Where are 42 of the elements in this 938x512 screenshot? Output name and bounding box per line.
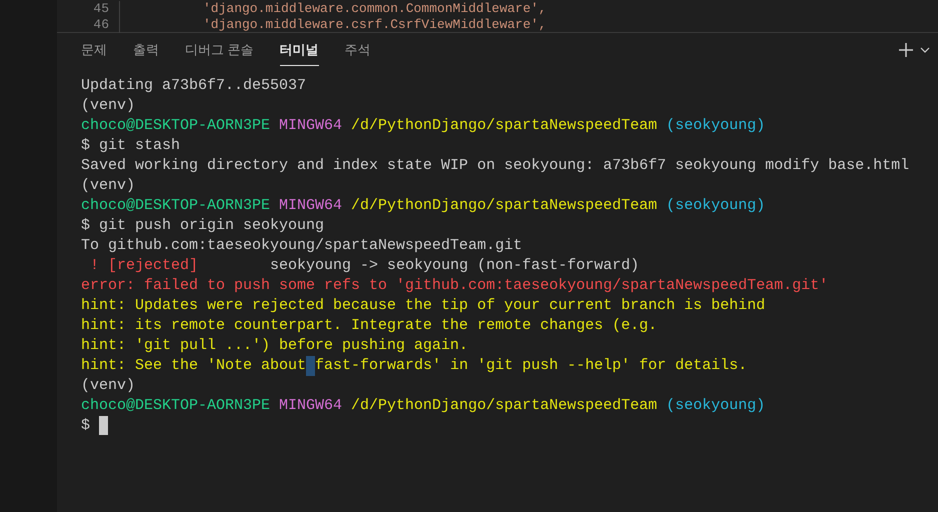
code-line: 'django.middleware.common.CommonMiddleware',: [203, 1, 546, 17]
chevron-down-icon[interactable]: [920, 46, 930, 54]
text-selection: [306, 356, 316, 376]
terminal-text: (venv): [81, 96, 136, 116]
terminal-text: To github.com:taeseokyoung/spartaNewspeedTeam.git: [81, 236, 522, 256]
prompt-system: MINGW64: [279, 116, 342, 136]
hint-text: hint: its remote counterpart. Integrate the remote changes (e.g.: [81, 316, 658, 336]
line-number: 46: [92, 17, 109, 33]
panel-tab[interactable]: 출력: [133, 33, 159, 66]
hint-text: hint: Updates were rejected because the tip of your current branch is behind: [81, 296, 766, 316]
terminal-text: seokyoung -> seokyoung (non-fast-forward): [269, 256, 640, 276]
line-number: 45: [92, 1, 109, 17]
terminal-text: $ git push origin seokyoung: [81, 216, 324, 236]
terminal-text: (venv): [81, 376, 136, 396]
prompt-user: choco@DESKTOP-AORN3PE: [81, 196, 270, 216]
prompt-path: /d/PythonDjango/spartaNewspeedTeam: [351, 116, 658, 136]
prompt-user: choco@DESKTOP-AORN3PE: [81, 396, 270, 416]
terminal-text: $: [81, 416, 90, 436]
panel-tab[interactable]: 주석: [344, 33, 371, 66]
prompt-path: /d/PythonDjango/spartaNewspeedTeam: [351, 396, 658, 416]
panel-tab[interactable]: 문제: [81, 33, 107, 66]
panel-tab[interactable]: 디버그 콘솔: [185, 33, 254, 66]
prompt-system: MINGW64: [279, 196, 342, 216]
prompt-system: MINGW64: [279, 396, 342, 416]
prompt-branch: (seokyoung): [666, 196, 766, 216]
prompt-branch: (seokyoung): [666, 116, 766, 136]
hint-text: hint: See the 'Note about: [81, 356, 306, 376]
hint-text: fast-forwards' in 'git push --help' for details.: [315, 356, 748, 376]
add-icon[interactable]: [898, 42, 914, 58]
hint-text: hint: 'git pull ...') before pushing again.: [81, 336, 468, 356]
panel-tab[interactable]: 터미널: [280, 33, 319, 66]
terminal-text: Updating a73b6f7..de55037: [81, 76, 306, 96]
prompt-path: /d/PythonDjango/spartaNewspeedTeam: [351, 196, 658, 216]
prompt-user: choco@DESKTOP-AORN3PE: [81, 116, 270, 136]
terminal-text: $ git stash: [81, 136, 180, 156]
error-text: error: failed to push some refs to 'github.com:taeseokyoung/spartaNewspeedTeam.git': [81, 276, 828, 296]
terminal-cursor: [99, 416, 108, 435]
prompt-branch: (seokyoung): [666, 396, 766, 416]
terminal-text: (venv): [81, 176, 136, 196]
code-line: 'django.middleware.csrf.CsrfViewMiddleware',: [203, 17, 546, 33]
terminal-text: Saved working directory and index state WIP on seokyoung: a73b6f7 seokyoung modify base.html: [81, 156, 910, 176]
error-text: ! [rejected]: [89, 256, 198, 276]
